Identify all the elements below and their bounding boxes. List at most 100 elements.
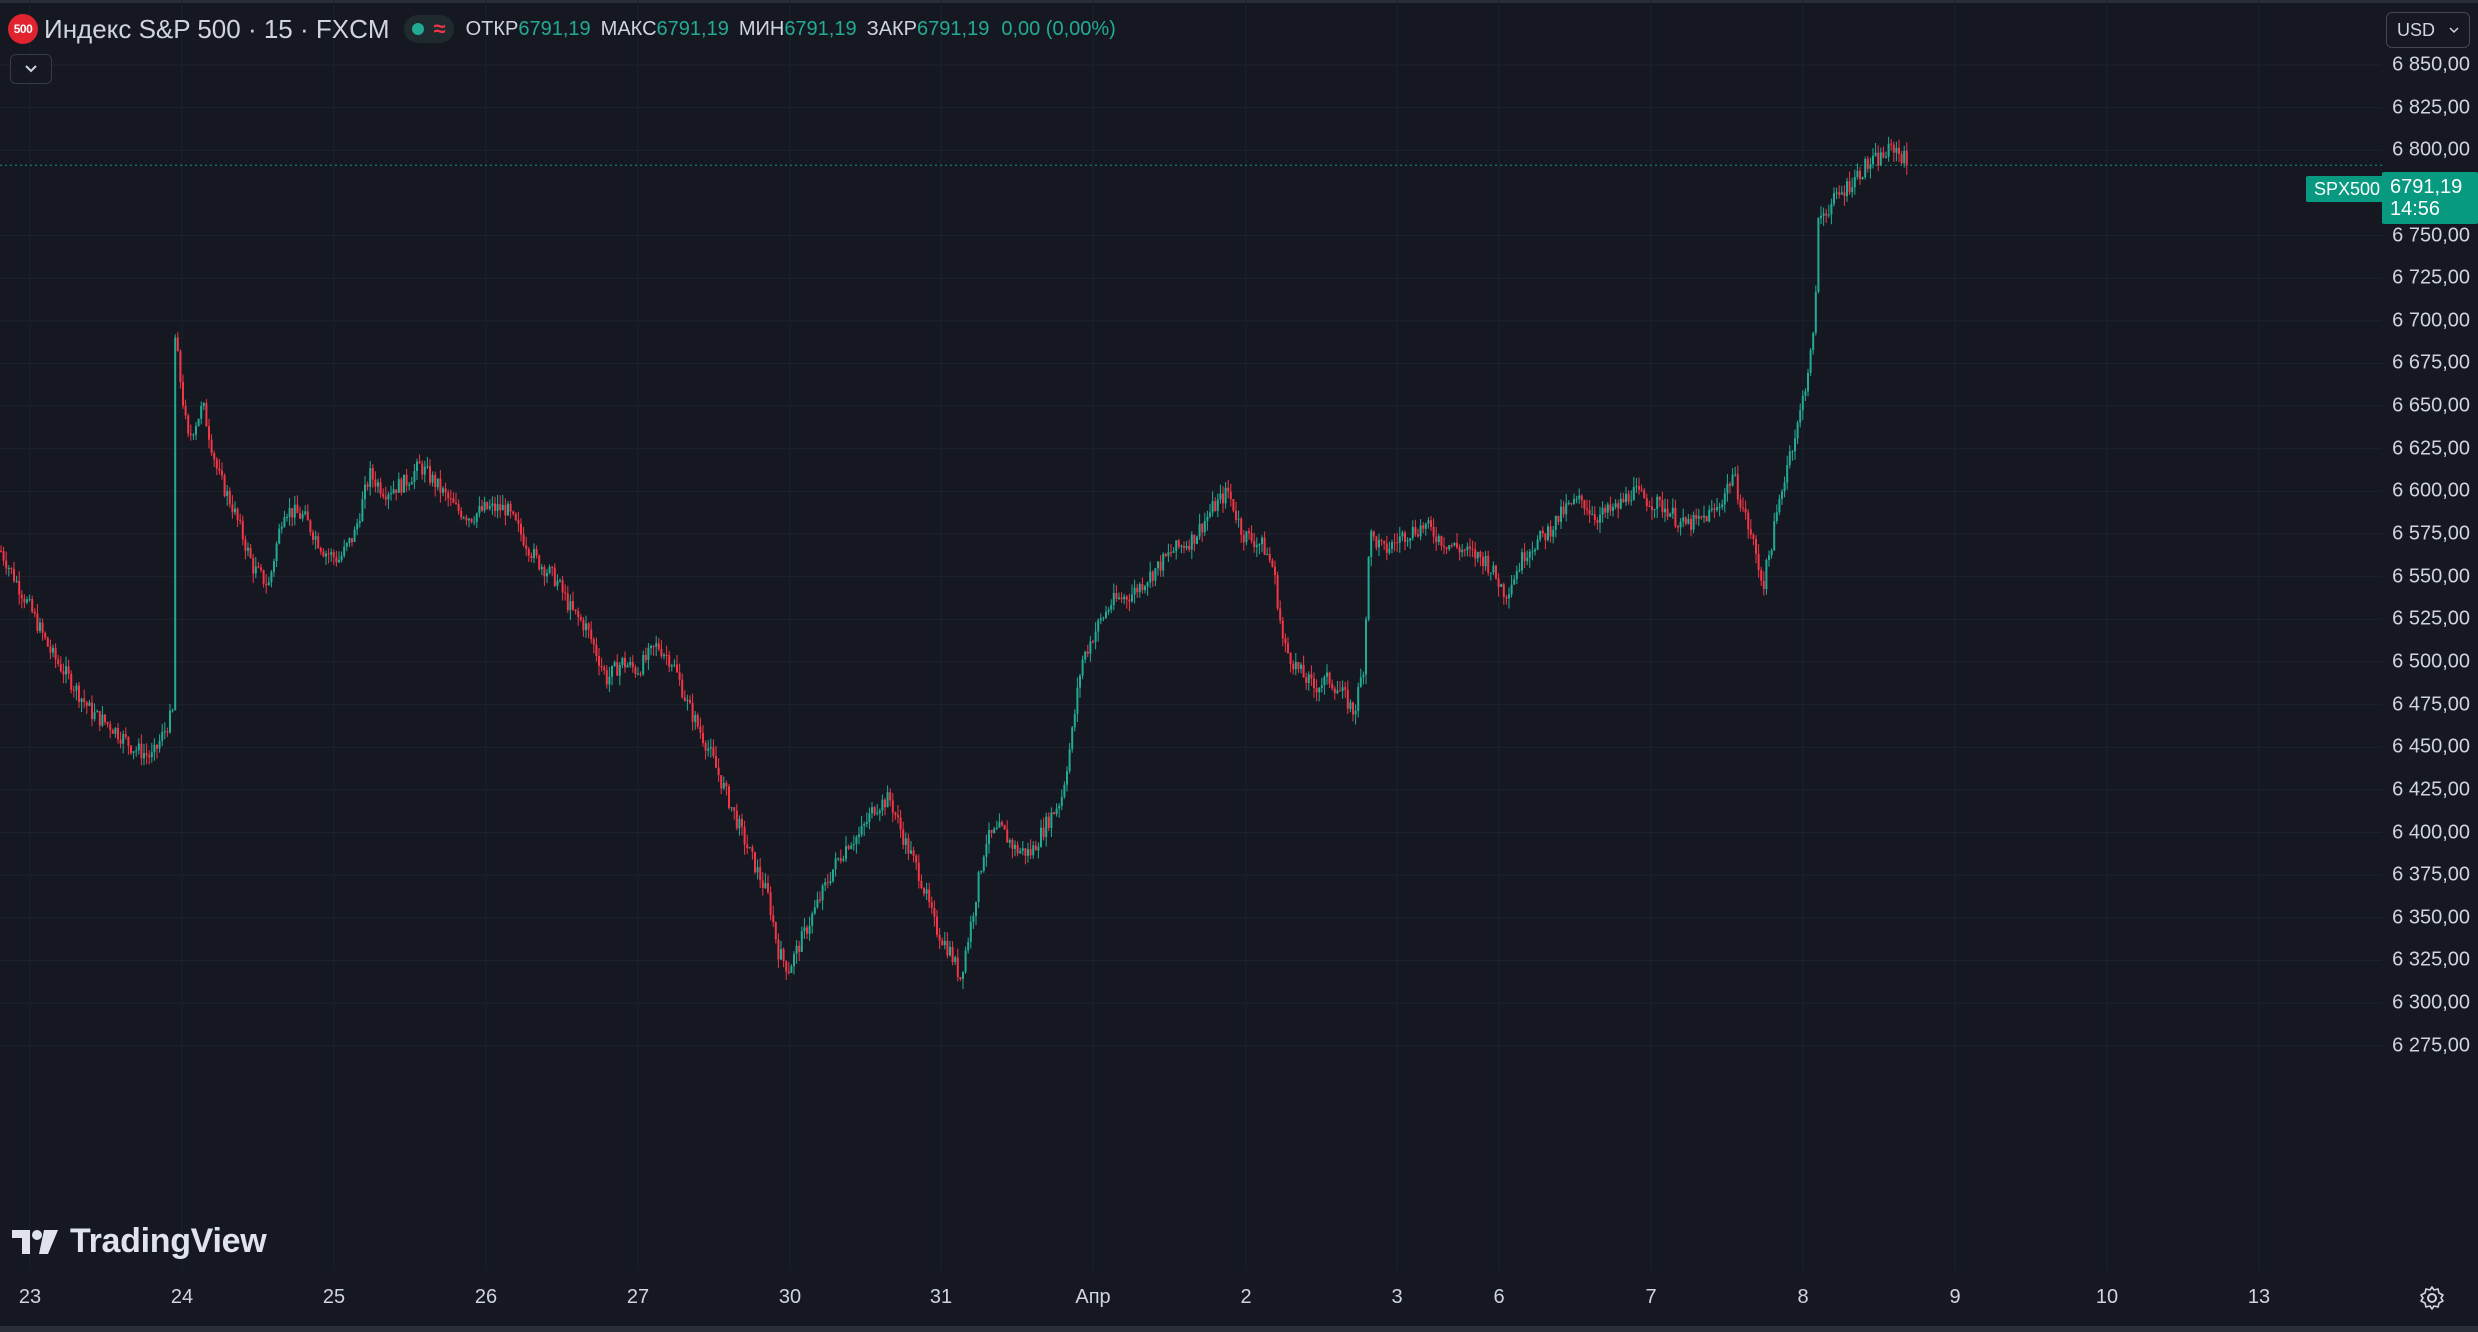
candle bbox=[267, 576, 270, 586]
candle bbox=[1643, 487, 1646, 499]
candle bbox=[1666, 499, 1669, 520]
candle bbox=[299, 506, 301, 520]
candle bbox=[1003, 824, 1006, 830]
candle bbox=[842, 855, 845, 863]
candle bbox=[574, 609, 577, 615]
candle bbox=[1094, 622, 1097, 650]
candle bbox=[1141, 577, 1144, 594]
candle bbox=[1573, 493, 1575, 506]
candle bbox=[1656, 494, 1659, 519]
candle bbox=[179, 349, 182, 389]
candle bbox=[358, 513, 361, 528]
candle bbox=[1716, 498, 1718, 513]
candle bbox=[54, 643, 57, 668]
price-axis-label: 6 375,00 bbox=[2392, 863, 2470, 886]
candle bbox=[912, 846, 915, 863]
price-axis-label: 6 700,00 bbox=[2392, 309, 2470, 332]
price-chart[interactable] bbox=[0, 0, 2382, 1270]
candle bbox=[569, 594, 572, 620]
candle bbox=[702, 725, 704, 747]
candle bbox=[1898, 139, 1900, 163]
candle bbox=[1222, 486, 1224, 513]
candle bbox=[275, 541, 278, 568]
currency-selector[interactable]: USD bbox=[2386, 12, 2470, 48]
candle bbox=[184, 399, 187, 420]
candle bbox=[767, 875, 769, 895]
candle bbox=[491, 496, 494, 516]
candle bbox=[904, 832, 907, 854]
candle bbox=[247, 542, 249, 557]
candle bbox=[1216, 493, 1219, 518]
candle bbox=[748, 846, 751, 849]
candle bbox=[1903, 145, 1906, 168]
candle bbox=[652, 645, 655, 656]
candle bbox=[273, 558, 275, 577]
candle bbox=[509, 500, 512, 519]
candle bbox=[1409, 537, 1412, 549]
candle bbox=[613, 660, 616, 668]
candle bbox=[153, 738, 156, 761]
candle bbox=[1237, 510, 1240, 528]
symbol-title[interactable]: Индекс S&P 500 · 15 · FXCM bbox=[44, 14, 390, 45]
candle bbox=[1796, 420, 1799, 445]
candle bbox=[1617, 499, 1620, 519]
candle bbox=[462, 515, 465, 520]
time-axis-label: 23 bbox=[18, 1286, 42, 1308]
market-status[interactable]: ≈ bbox=[403, 15, 454, 43]
candle bbox=[910, 840, 912, 855]
candle bbox=[166, 727, 169, 738]
candle bbox=[1505, 594, 1508, 605]
candle bbox=[1118, 592, 1120, 600]
time-axis-label: 2 bbox=[1240, 1286, 1252, 1308]
candle bbox=[1544, 532, 1547, 550]
candle bbox=[161, 723, 164, 747]
candle bbox=[1021, 840, 1024, 856]
candle bbox=[1154, 567, 1157, 587]
candle bbox=[1136, 583, 1139, 598]
candle bbox=[821, 883, 824, 910]
candle bbox=[1029, 839, 1032, 860]
candle bbox=[1710, 499, 1713, 513]
candle bbox=[426, 456, 429, 470]
candle bbox=[834, 852, 837, 877]
chart-app: 500 Индекс S&P 500 · 15 · FXCM ≈ ОТКР 67… bbox=[0, 0, 2478, 1332]
candle bbox=[249, 543, 252, 559]
candle bbox=[114, 727, 117, 738]
candle bbox=[707, 740, 710, 757]
tradingview-watermark[interactable]: TradingView bbox=[12, 1222, 267, 1261]
candle bbox=[535, 545, 538, 559]
candle bbox=[803, 918, 806, 939]
time-axis-label: 24 bbox=[170, 1286, 194, 1308]
candle bbox=[1547, 523, 1549, 542]
candle bbox=[410, 477, 413, 485]
candle bbox=[1149, 561, 1152, 589]
candle bbox=[189, 424, 192, 441]
candle bbox=[1001, 820, 1003, 827]
candle bbox=[1541, 526, 1544, 538]
candle bbox=[39, 617, 41, 634]
candle bbox=[1378, 533, 1380, 556]
time-axis-label: 30 bbox=[778, 1286, 802, 1308]
candle bbox=[1305, 672, 1308, 690]
candle bbox=[1664, 498, 1666, 523]
candle bbox=[1185, 541, 1188, 551]
candle bbox=[1900, 151, 1903, 165]
candle bbox=[1495, 564, 1497, 580]
collapse-legend-button[interactable] bbox=[10, 54, 52, 84]
candle bbox=[694, 711, 697, 730]
candle bbox=[174, 334, 177, 711]
candle bbox=[1313, 672, 1315, 698]
candle bbox=[317, 532, 320, 549]
candle bbox=[1658, 496, 1661, 507]
candle bbox=[83, 689, 86, 709]
candle bbox=[785, 960, 788, 980]
symbol-logo-icon[interactable]: 500 bbox=[8, 14, 38, 44]
candle bbox=[1385, 535, 1388, 561]
candle bbox=[1188, 539, 1191, 552]
candle bbox=[1570, 502, 1573, 506]
candle bbox=[1456, 533, 1458, 550]
candle bbox=[1196, 535, 1198, 545]
candle bbox=[936, 910, 938, 938]
candle bbox=[1190, 531, 1193, 560]
chart-settings-button[interactable] bbox=[2414, 1280, 2450, 1316]
